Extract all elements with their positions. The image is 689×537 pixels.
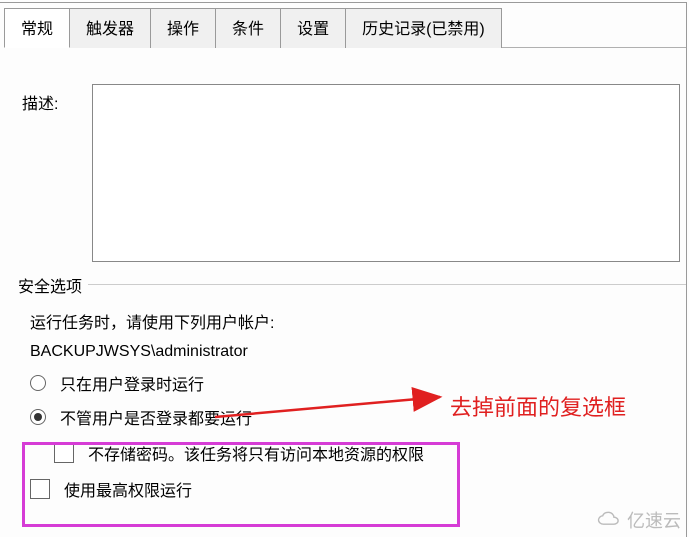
radio-only-logged-on-label: 只在用户登录时运行: [60, 371, 204, 395]
checkbox-highest-priv[interactable]: [30, 479, 50, 499]
description-textarea[interactable]: [92, 84, 680, 262]
security-options-group: 安全选项 运行任务时，请使用下列用户帐户: BACKUPJWSYS\admini…: [18, 284, 686, 521]
checkbox-no-password-label: 不存储密码。该任务将只有访问本地资源的权限: [88, 441, 424, 465]
run-as-prompt: 运行任务时，请使用下列用户帐户:: [30, 309, 674, 333]
radio-row-any-user[interactable]: 不管用户是否登录都要运行: [30, 405, 674, 429]
checkbox-highest-priv-label: 使用最高权限运行: [64, 477, 192, 501]
radio-only-logged-on[interactable]: [30, 375, 46, 391]
description-label: 描述:: [22, 84, 92, 262]
radio-any-user-label: 不管用户是否登录都要运行: [60, 405, 252, 429]
checkbox-row-no-password[interactable]: 不存储密码。该任务将只有访问本地资源的权限: [54, 441, 674, 465]
run-as-account: BACKUPJWSYS\administrator: [30, 343, 674, 361]
radio-any-user[interactable]: [30, 409, 46, 425]
radio-row-logged-on[interactable]: 只在用户登录时运行: [30, 371, 674, 395]
tabs-bar: 常规 触发器 操作 条件 设置 历史记录(已禁用): [4, 7, 686, 48]
tab-history[interactable]: 历史记录(已禁用): [345, 8, 502, 48]
checkbox-no-password[interactable]: [54, 443, 74, 463]
security-legend: 安全选项: [18, 273, 88, 297]
checkbox-row-highest-priv[interactable]: 使用最高权限运行: [30, 477, 674, 501]
tab-conditions[interactable]: 条件: [215, 8, 281, 48]
tab-settings[interactable]: 设置: [280, 8, 346, 48]
tab-triggers[interactable]: 触发器: [69, 8, 151, 48]
author-row: [18, 54, 668, 72]
tab-general[interactable]: 常规: [4, 8, 70, 48]
description-row: 描述:: [22, 84, 680, 262]
tab-actions[interactable]: 操作: [150, 8, 216, 48]
task-properties-panel: 常规 触发器 操作 条件 设置 历史记录(已禁用) 描述: 安全选项 运行任务时…: [0, 2, 687, 537]
